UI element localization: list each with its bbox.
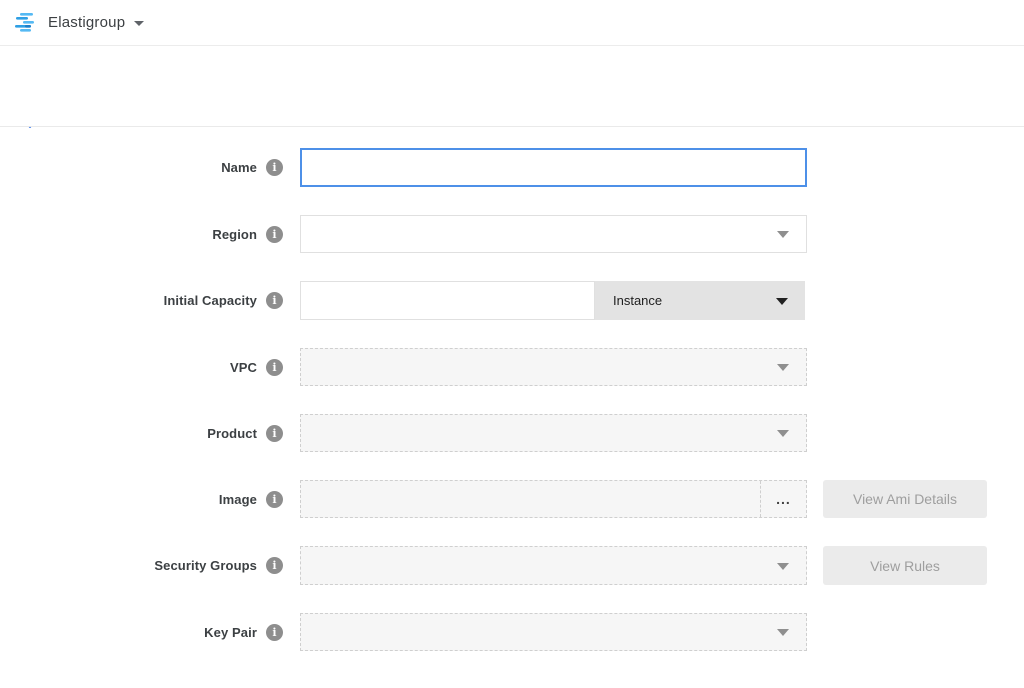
chevron-down-icon <box>777 231 789 238</box>
chevron-down-icon <box>777 430 789 437</box>
elastigroup-create-page: Elastigroup General Instance Type Persis… <box>0 0 1024 688</box>
field-row-image: Image i ... View Ami Details <box>0 480 1024 518</box>
field-row-initial-capacity: Initial Capacity i Instance <box>0 281 1024 320</box>
image-browse-button[interactable]: ... <box>760 481 806 517</box>
wizard-tab-bar: General Instance Type Persistence Instan… <box>0 47 1024 127</box>
key-pair-dropdown[interactable] <box>300 613 807 651</box>
initial-capacity-input[interactable] <box>300 281 595 320</box>
name-info-icon[interactable]: i <box>266 159 283 176</box>
image-info-icon[interactable]: i <box>266 491 283 508</box>
field-row-key-pair: Key Pair i <box>0 613 1024 651</box>
initial-capacity-info-icon[interactable]: i <box>266 292 283 309</box>
field-row-name: Name i <box>0 148 1024 187</box>
security-groups-label: Security Groups <box>154 558 257 573</box>
chevron-down-icon <box>777 364 789 371</box>
region-dropdown[interactable] <box>300 215 807 253</box>
field-row-region: Region i <box>0 215 1024 253</box>
vpc-label: VPC <box>230 360 257 375</box>
app-menu-caret-icon[interactable] <box>134 21 144 26</box>
app-header: Elastigroup <box>0 0 1024 46</box>
vpc-info-icon[interactable]: i <box>266 359 283 376</box>
image-label: Image <box>219 492 257 507</box>
product-dropdown[interactable] <box>300 414 807 452</box>
security-groups-info-icon[interactable]: i <box>266 557 283 574</box>
app-title[interactable]: Elastigroup <box>48 14 125 31</box>
product-info-icon[interactable]: i <box>266 425 283 442</box>
view-ami-details-button[interactable]: View Ami Details <box>823 480 987 518</box>
product-label: Product <box>207 426 257 441</box>
capacity-unit-select[interactable]: Instance <box>595 281 805 320</box>
name-input[interactable] <box>300 148 807 187</box>
chevron-down-icon <box>776 298 788 305</box>
region-info-icon[interactable]: i <box>266 226 283 243</box>
capacity-unit-value: Instance <box>613 293 662 308</box>
elastigroup-logo-icon <box>14 10 40 36</box>
chevron-down-icon <box>777 563 789 570</box>
name-label: Name <box>221 160 257 175</box>
view-rules-button[interactable]: View Rules <box>823 546 987 585</box>
field-row-product: Product i <box>0 414 1024 452</box>
field-row-security-groups: Security Groups i View Rules <box>0 546 1024 585</box>
field-row-vpc: VPC i <box>0 348 1024 386</box>
key-pair-label: Key Pair <box>204 625 257 640</box>
security-groups-dropdown[interactable] <box>300 546 807 585</box>
key-pair-info-icon[interactable]: i <box>266 624 283 641</box>
region-label: Region <box>212 227 257 242</box>
general-form: Name i Region i Initial Capacity i <box>0 128 1024 688</box>
chevron-down-icon <box>777 629 789 636</box>
image-input[interactable]: ... <box>300 480 807 518</box>
initial-capacity-label: Initial Capacity <box>164 293 257 308</box>
vpc-dropdown[interactable] <box>300 348 807 386</box>
